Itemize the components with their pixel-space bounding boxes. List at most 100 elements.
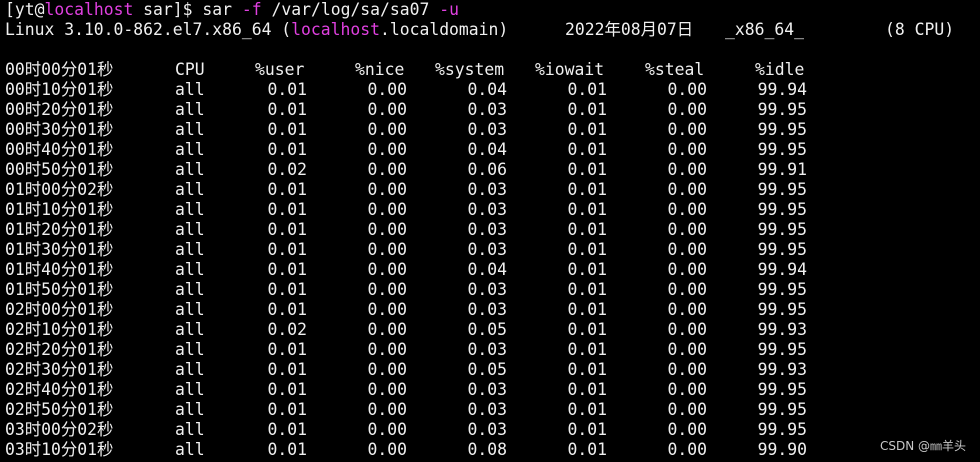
command-flag-f: -f [241,0,262,19]
cell-system: 0.03 [467,300,507,319]
cell-system: 0.03 [467,120,507,139]
cell-steal: 0.00 [667,240,707,259]
header-cpu: CPU [175,60,205,79]
cell-steal: 0.00 [667,400,707,419]
cell-steal: 0.00 [667,340,707,359]
system-info-line: Linux 3.10.0-862.el7.x86_64 (localhost.l… [5,20,977,40]
command-flag-u: -u [439,0,460,19]
cell-cpu: all [175,180,205,199]
table-row: 02时30分01秒 all 0.01 0.00 0.05 0.01 0.00 99.93 [5,360,977,380]
cell-idle: 99.95 [757,220,807,239]
cell-idle: 99.95 [757,380,807,399]
cell-steal: 0.00 [667,280,707,299]
cell-time: 01时30分01秒 [5,240,114,259]
cell-idle: 99.90 [757,440,807,459]
cell-idle: 99.95 [757,340,807,359]
cell-cpu: all [175,160,205,179]
cell-system: 0.03 [467,220,507,239]
report-date: 2022年08月07日 [565,20,694,39]
cell-user: 0.01 [267,120,307,139]
cell-nice: 0.00 [367,400,407,419]
cell-user: 0.01 [267,100,307,119]
table-row: 01时40分01秒 all 0.01 0.00 0.04 0.01 0.00 99.94 [5,260,977,280]
cell-nice: 0.00 [367,300,407,319]
cell-cpu: all [175,420,205,439]
cell-cpu: all [175,360,205,379]
cell-iowait: 0.01 [567,340,607,359]
header-system: %system [435,60,505,79]
cell-time: 02时20分01秒 [5,340,114,359]
table-row: 03时10分01秒 all 0.01 0.00 0.08 0.01 0.00 99.90 [5,440,977,460]
cell-steal: 0.00 [667,80,707,99]
sysinfo-domain: .localdomain) [379,20,509,39]
cell-steal: 0.00 [667,360,707,379]
cell-system: 0.04 [467,260,507,279]
cell-iowait: 0.01 [567,240,607,259]
prompt-cwd: sar]$ [133,0,203,19]
cell-nice: 0.00 [367,440,407,459]
cell-user: 0.01 [267,260,307,279]
cell-idle: 99.95 [757,180,807,199]
cell-time: 01时00分02秒 [5,180,114,199]
table-row: 00时10分01秒 all 0.01 0.00 0.04 0.01 0.00 99.94 [5,80,977,100]
cell-cpu: all [175,320,205,339]
cell-user: 0.01 [267,440,307,459]
cell-iowait: 0.01 [567,380,607,399]
header-nice: %nice [355,60,405,79]
cell-iowait: 0.01 [567,360,607,379]
sysinfo-host: localhost [291,20,380,39]
cell-user: 0.01 [267,80,307,99]
command-prompt-line: [yt@localhost sar]$ sar -f /var/log/sa/s… [5,0,977,20]
cell-system: 0.05 [467,320,507,339]
cell-iowait: 0.01 [567,220,607,239]
cell-steal: 0.00 [667,100,707,119]
csdn-watermark: CSDN @㎜羊头 [879,439,966,453]
cell-time: 03时10分01秒 [5,440,114,459]
cell-user: 0.01 [267,360,307,379]
command-file-arg: /var/log/sa/sa07 [271,0,430,19]
cell-cpu: all [175,300,205,319]
cell-nice: 0.00 [367,80,407,99]
cell-cpu: all [175,140,205,159]
cell-cpu: all [175,240,205,259]
table-row: 00时20分01秒 all 0.01 0.00 0.03 0.01 0.00 99.95 [5,100,977,120]
cell-cpu: all [175,80,205,99]
cell-cpu: all [175,280,205,299]
cell-idle: 99.95 [757,200,807,219]
cell-user: 0.01 [267,280,307,299]
cell-user: 0.01 [267,240,307,259]
kernel-version: Linux 3.10.0-862.el7.x86_64 ( [5,20,292,39]
cell-iowait: 0.01 [567,200,607,219]
cell-system: 0.03 [467,340,507,359]
terminal-window[interactable]: [yt@localhost sar]$ sar -f /var/log/sa/s… [5,0,977,462]
cell-time: 01时10分01秒 [5,200,114,219]
cell-iowait: 0.01 [567,100,607,119]
table-row: 02时40分01秒 all 0.01 0.00 0.03 0.01 0.00 99.95 [5,380,977,400]
table-row: 01时10分01秒 all 0.01 0.00 0.03 0.01 0.00 99.95 [5,200,977,220]
header-steal: %steal [645,60,705,79]
cell-iowait: 0.01 [567,180,607,199]
table-row: 00时30分01秒 all 0.01 0.00 0.03 0.01 0.00 99.95 [5,120,977,140]
cell-steal: 0.00 [667,180,707,199]
cell-user: 0.01 [267,200,307,219]
table-row: 00时50分01秒 all 0.02 0.00 0.06 0.01 0.00 99.91 [5,160,977,180]
cell-iowait: 0.01 [567,400,607,419]
cell-idle: 99.94 [757,260,807,279]
cell-steal: 0.00 [667,380,707,399]
table-header: 00时00分01秒 CPU %user %nice %system %iowai… [5,60,977,80]
cell-system: 0.03 [467,380,507,399]
cell-nice: 0.00 [367,100,407,119]
cell-iowait: 0.01 [567,320,607,339]
cell-cpu: all [175,440,205,459]
cell-steal: 0.00 [667,320,707,339]
cell-system: 0.03 [467,180,507,199]
cell-user: 0.01 [267,180,307,199]
cell-nice: 0.00 [367,340,407,359]
cell-user: 0.01 [267,400,307,419]
system-arch: _x86_64_ [725,20,804,39]
table-row: 02时50分01秒 all 0.01 0.00 0.03 0.01 0.00 99.95 [5,400,977,420]
cell-time: 02时30分01秒 [5,360,114,379]
table-body: 00时10分01秒 all 0.01 0.00 0.04 0.01 0.00 99.94 00时… [5,80,977,460]
cell-time: 03时00分02秒 [5,420,114,439]
